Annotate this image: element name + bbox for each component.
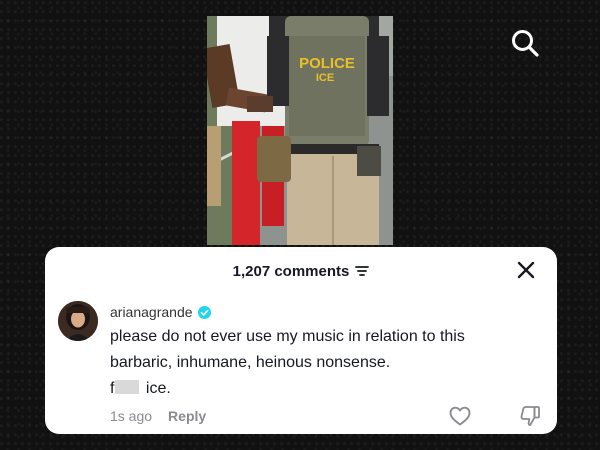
verified-check-icon [197, 305, 211, 319]
comment-line-3: f ice. [110, 376, 530, 402]
comment-author[interactable]: arianagrande [110, 304, 211, 320]
vest-ice-text: ICE [316, 72, 334, 84]
comments-sheet: 1,207 comments arianagrande please do no… [45, 247, 557, 434]
search-icon [512, 30, 539, 57]
dislike-button[interactable] [519, 405, 541, 427]
username[interactable]: arianagrande [110, 304, 193, 320]
comment-timestamp: 1s ago [110, 408, 153, 424]
like-button[interactable] [449, 406, 471, 426]
thumbs-down-icon [520, 406, 540, 426]
comment-line-3-prefix: f [110, 380, 115, 397]
censor-bar [115, 380, 140, 394]
close-icon [517, 261, 535, 279]
comment-text: please do not ever use my music in relat… [110, 324, 530, 402]
comment-line-1: please do not ever use my music in relat… [110, 328, 465, 345]
avatar-image [58, 301, 98, 341]
avatar[interactable] [58, 301, 98, 341]
video-frame: POLICE ICE [207, 16, 393, 245]
filter-lines-icon [355, 266, 370, 276]
comments-header: 1,207 comments [45, 261, 557, 281]
comment-meta: 1s ago Reply [110, 408, 206, 424]
reply-button[interactable]: Reply [168, 408, 206, 424]
comments-count-button[interactable]: 1,207 comments [233, 263, 370, 280]
heart-outline-icon [449, 406, 471, 426]
comment-line-3-suffix: ice. [145, 380, 171, 397]
search-button[interactable] [510, 28, 540, 58]
video-player[interactable]: POLICE ICE [207, 16, 393, 245]
close-comments-button[interactable] [517, 261, 535, 279]
vest-police-text: POLICE [299, 55, 355, 72]
comment-line-2: barbaric, inhumane, heinous nonsense. [110, 354, 391, 371]
comments-count: 1,207 comments [232, 262, 350, 280]
